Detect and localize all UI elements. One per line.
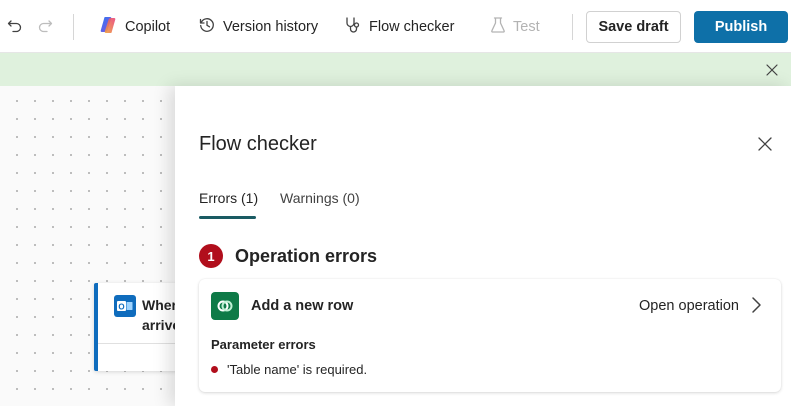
panel-title: Flow checker [199,133,317,155]
chevron-right-icon[interactable] [750,296,762,314]
redo-icon[interactable] [34,15,56,37]
tab-warnings[interactable]: Warnings (0) [280,190,360,206]
flow-checker-label: Flow checker [369,19,455,35]
test-label: Test [513,19,540,35]
copilot-label: Copilot [125,19,171,35]
command-bar: Copilot Version history Flow checker Tes… [0,0,791,53]
outlook-icon: O [114,295,136,317]
toolbar-divider [572,14,573,40]
toolbar-divider [73,14,74,40]
svg-text:O: O [118,303,124,312]
stethoscope-icon [344,16,362,38]
operation-error-card: Add a new row Open operation Parameter e… [199,279,781,392]
flow-checker-button[interactable]: Flow checker [344,14,454,40]
flow-checker-panel: Flow checker Errors (1) Warnings (0) 1 O… [175,86,791,406]
copilot-button[interactable]: Copilot [98,14,170,40]
save-draft-button[interactable]: Save draft [586,11,681,43]
publish-button[interactable]: Publish [694,11,788,43]
active-tab-indicator [199,216,256,219]
beaker-icon [490,16,506,38]
parameter-errors-title: Parameter errors [211,337,316,352]
error-dot-icon [211,366,218,373]
dataverse-icon [211,292,239,320]
version-history-label: Version history [223,19,319,35]
close-icon[interactable] [757,136,773,152]
tab-errors[interactable]: Errors (1) [199,190,258,206]
test-button[interactable]: Test [490,14,540,40]
open-operation-link[interactable]: Open operation [639,298,739,314]
version-history-button[interactable]: Version history [198,14,318,40]
history-icon [198,16,216,38]
error-count-badge: 1 [199,244,223,268]
copilot-icon [98,15,118,39]
undo-icon[interactable] [4,15,26,37]
error-message: 'Table name' is required. [227,362,368,377]
close-icon[interactable] [765,63,779,77]
notification-banner [0,53,791,86]
operation-name: Add a new row [251,298,354,314]
section-title: Operation errors [235,246,378,266]
